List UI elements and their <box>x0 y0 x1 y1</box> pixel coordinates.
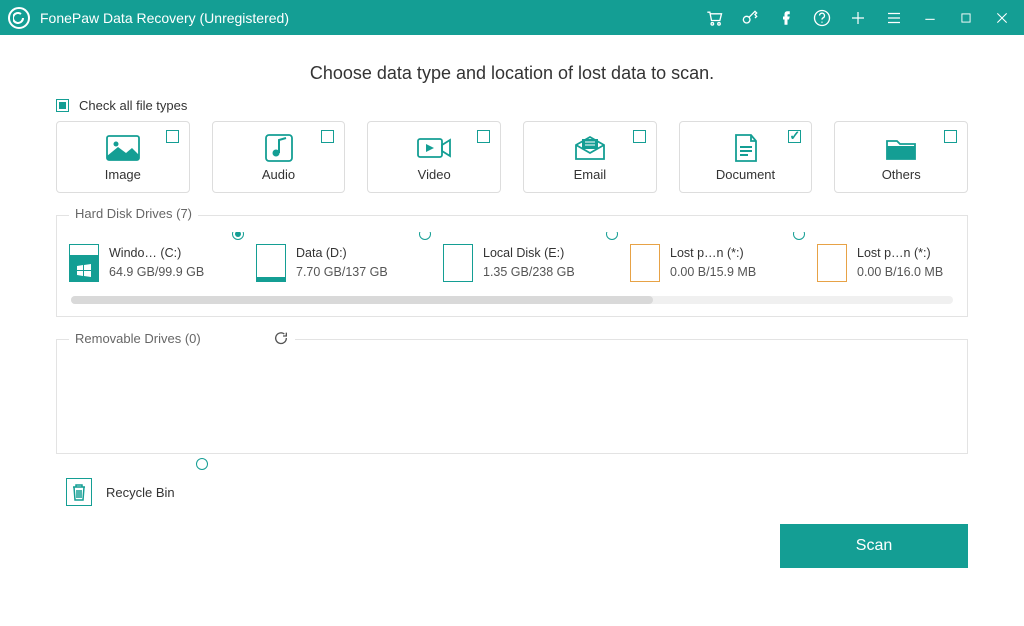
titlebar-actions <box>704 8 1016 28</box>
image-icon <box>106 133 140 163</box>
hdd-section: Hard Disk Drives (7) Windo… (C:) 64.9 GB… <box>56 215 968 317</box>
lost-partition-icon <box>817 244 847 282</box>
facebook-icon[interactable] <box>776 8 796 28</box>
minimize-icon[interactable] <box>920 8 940 28</box>
drive-name: Windo… (C:) <box>109 244 204 263</box>
maximize-icon[interactable] <box>956 8 976 28</box>
drive-item[interactable]: Lost p…n (*:) 0.00 B/16.0 MB <box>817 240 955 282</box>
cart-icon[interactable] <box>704 8 724 28</box>
drive-name: Local Disk (E:) <box>483 244 575 263</box>
drive-radio[interactable] <box>419 232 431 240</box>
check-all-checkbox[interactable] <box>56 99 69 112</box>
title-bar: FonePaw Data Recovery (Unregistered) <box>0 0 1024 35</box>
app-title: FonePaw Data Recovery (Unregistered) <box>40 10 289 26</box>
tile-label: Document <box>716 167 775 182</box>
drive-item[interactable]: Windo… (C:) 64.9 GB/99.9 GB <box>69 240 244 282</box>
tile-label: Email <box>574 167 607 182</box>
drive-name: Data (D:) <box>296 244 388 263</box>
drive-item[interactable]: Lost p…n (*:) 0.00 B/15.9 MB <box>630 240 805 282</box>
check-all-label: Check all file types <box>79 98 187 113</box>
check-all-row[interactable]: Check all file types <box>56 98 968 113</box>
tile-checkbox[interactable] <box>166 130 179 143</box>
drive-radio[interactable] <box>232 232 244 240</box>
file-type-tiles: Image Audio Video Email Document Others <box>56 121 968 193</box>
hdd-legend: Hard Disk Drives (7) <box>69 206 198 221</box>
scan-button[interactable]: Scan <box>780 524 968 568</box>
drive-list: Windo… (C:) 64.9 GB/99.9 GB Data (D:) 7.… <box>69 232 955 282</box>
removable-body <box>69 356 955 441</box>
recycle-radio[interactable] <box>196 458 208 470</box>
drive-item[interactable]: Local Disk (E:) 1.35 GB/238 GB <box>443 240 618 282</box>
drive-radio[interactable] <box>793 232 805 240</box>
close-icon[interactable] <box>992 8 1012 28</box>
tile-audio[interactable]: Audio <box>212 121 346 193</box>
tile-checkbox[interactable] <box>321 130 334 143</box>
tile-checkbox[interactable] <box>788 130 801 143</box>
removable-section: Removable Drives (0) <box>56 339 968 454</box>
scan-row: Scan <box>56 524 968 568</box>
tile-checkbox[interactable] <box>477 130 490 143</box>
menu-icon[interactable] <box>884 8 904 28</box>
tile-image[interactable]: Image <box>56 121 190 193</box>
recycle-bin-row[interactable]: Recycle Bin <box>56 478 968 506</box>
tile-checkbox[interactable] <box>944 130 957 143</box>
tile-label: Video <box>418 167 451 182</box>
drive-item[interactable]: Data (D:) 7.70 GB/137 GB <box>256 240 431 282</box>
drive-size: 1.35 GB/238 GB <box>483 263 575 282</box>
help-icon[interactable] <box>812 8 832 28</box>
app-logo-icon <box>8 7 30 29</box>
email-icon <box>574 133 606 163</box>
video-icon <box>417 133 451 163</box>
folder-icon <box>885 133 917 163</box>
drive-radio[interactable] <box>606 232 618 240</box>
drive-name: Lost p…n (*:) <box>857 244 943 263</box>
tile-label: Image <box>105 167 141 182</box>
recycle-bin-label: Recycle Bin <box>106 485 175 500</box>
tile-checkbox[interactable] <box>633 130 646 143</box>
tile-others[interactable]: Others <box>834 121 968 193</box>
drive-size: 0.00 B/16.0 MB <box>857 263 943 282</box>
tile-document[interactable]: Document <box>679 121 813 193</box>
drive-size: 7.70 GB/137 GB <box>296 263 388 282</box>
data-drive-icon <box>256 244 286 282</box>
plus-icon[interactable] <box>848 8 868 28</box>
tile-video[interactable]: Video <box>367 121 501 193</box>
removable-legend: Removable Drives (0) <box>75 331 201 346</box>
document-icon <box>733 133 759 163</box>
page-heading: Choose data type and location of lost da… <box>56 63 968 84</box>
tile-label: Others <box>882 167 921 182</box>
windows-drive-icon <box>69 244 99 282</box>
plain-drive-icon <box>443 244 473 282</box>
drive-size: 0.00 B/15.9 MB <box>670 263 756 282</box>
key-icon[interactable] <box>740 8 760 28</box>
main-content: Choose data type and location of lost da… <box>0 35 1024 568</box>
refresh-icon[interactable] <box>273 330 289 346</box>
tile-label: Audio <box>262 167 295 182</box>
audio-icon <box>264 133 294 163</box>
drive-scrollbar[interactable] <box>71 296 953 304</box>
recycle-bin-icon <box>66 478 92 506</box>
drive-name: Lost p…n (*:) <box>670 244 756 263</box>
lost-partition-icon <box>630 244 660 282</box>
tile-email[interactable]: Email <box>523 121 657 193</box>
drive-size: 64.9 GB/99.9 GB <box>109 263 204 282</box>
